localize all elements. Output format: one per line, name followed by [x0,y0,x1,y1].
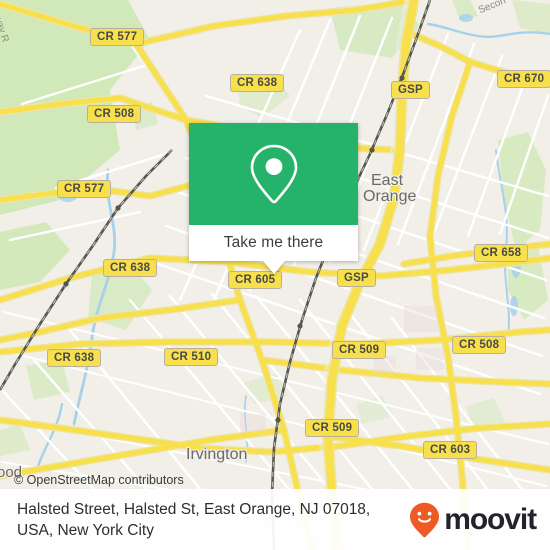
location-popup-card[interactable]: Take me there [189,123,358,274]
road-shield[interactable]: CR 508 [87,105,142,123]
moovit-pin-smiley-icon [410,502,440,537]
map-screenshot-root: CR 577 CR 638 GSP CR 670 CR 508 CR 577 C… [0,0,550,550]
address-line-1: Halsted Street, Halsted St, East Orange,… [17,500,371,518]
footer-bar: Halsted Street, Halsted St, East Orange,… [0,489,550,550]
moovit-wordmark: moovit [444,502,537,536]
address-line-2: USA, New York City [17,521,154,539]
take-me-there-button[interactable]: Take me there [224,234,324,252]
road-shield[interactable]: CR 638 [103,259,158,277]
place-label-irvington: Irvington [186,446,248,463]
moovit-logo[interactable]: moovit [409,502,550,538]
road-shield[interactable]: CR 638 [230,74,285,92]
road-shield[interactable]: CR 577 [57,180,112,198]
road-shield[interactable]: CR 658 [474,244,529,262]
road-shield[interactable]: CR 603 [423,441,478,459]
road-shield[interactable]: CR 509 [305,419,360,437]
place-label-east-orange-line2: Orange [363,188,417,205]
map-canvas[interactable]: CR 577 CR 638 GSP CR 670 CR 508 CR 577 C… [0,0,550,550]
road-shield[interactable]: CR 509 [332,341,387,359]
address-caption: Halsted Street, Halsted St, East Orange,… [0,499,409,541]
osm-attribution[interactable]: © OpenStreetMap contributors [14,473,184,487]
road-shield[interactable]: CR 510 [164,348,219,366]
popup-pointer-tail [262,261,285,274]
road-shield[interactable]: CR 577 [90,28,145,46]
road-shield[interactable]: CR 670 [497,70,550,88]
road-shield[interactable]: CR 508 [452,336,507,354]
map-pin-icon [250,144,297,204]
popup-header [189,123,358,225]
place-label-east-orange-line1: East [371,172,404,189]
road-shield[interactable]: GSP [337,269,376,287]
road-shield[interactable]: GSP [391,81,430,99]
popup-footer[interactable]: Take me there [189,225,358,261]
road-shield[interactable]: CR 638 [47,349,102,367]
